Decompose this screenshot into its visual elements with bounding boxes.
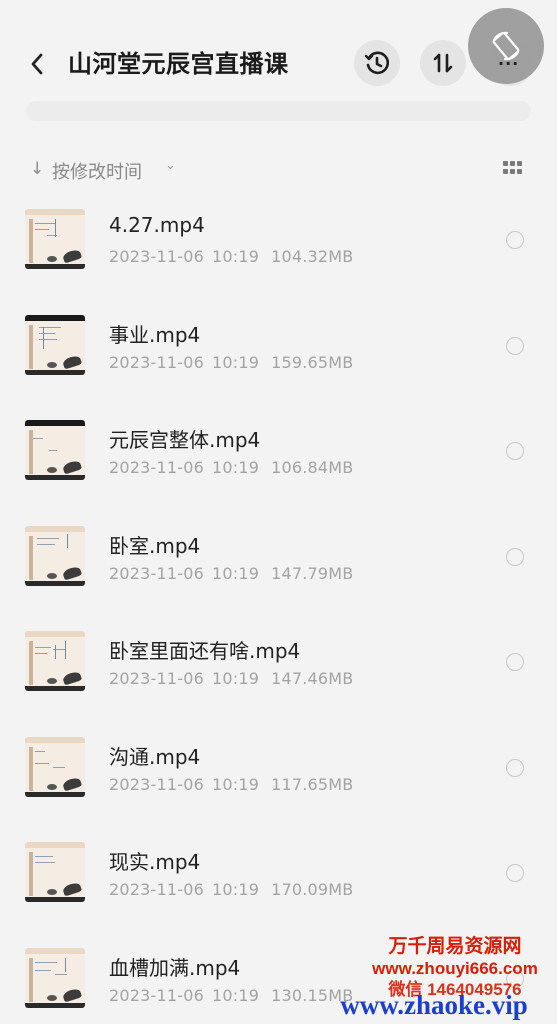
file-size: 170.09MB [271,880,354,899]
file-size: 117.65MB [271,774,354,794]
file-date: 2023-11-06 [109,669,204,688]
file-name: 血槽加满.mp4 [109,955,241,980]
select-radio[interactable] [506,547,524,566]
chevron-left-icon [31,53,43,75]
file-meta: 2023-11-06 10:19 170.09MB [109,880,353,899]
file-row[interactable]: 元辰宫整体.mp4 2023-11-06 10:19 106.84MB [0,396,557,502]
video-thumbnail [25,631,85,691]
file-name: 现实.mp4 [109,850,201,874]
select-radio[interactable] [506,653,524,671]
file-meta: 2023-11-06 10:19 117.65MB [109,775,353,794]
file-meta: 2023-11-06 10:19 147.79MB [109,564,353,583]
file-row[interactable]: 沟通.mp4 2023-11-06 10:19 117.65MB [0,713,557,819]
sort-arrows-icon [433,53,453,73]
file-name: 元辰宫整体.mp4 [109,428,261,452]
video-thumbnail [25,736,85,797]
file-name: 卧室.mp4 [109,533,201,558]
select-radio[interactable] [506,231,524,249]
file-time: 10:19 [211,352,260,372]
file-list: 4.27.mp4 2023-11-06 10:19 104.32MB 事业.mp4 202… [0,185,557,1024]
sort-mode-label[interactable]: 按修改时间 [52,158,142,184]
file-name: 4.27.mp4 [109,213,205,237]
video-thumbnail [25,525,85,586]
file-size: 106.84MB [271,458,354,477]
file-date: 2023-11-06 [109,774,204,794]
file-time: 10:19 [211,458,260,477]
search-bar[interactable] [26,101,531,121]
select-radio[interactable] [506,864,524,882]
file-time: 10:19 [211,247,260,266]
select-radio[interactable] [506,336,524,355]
file-meta: 2023-11-06 10:19 104.32MB [109,247,353,266]
history-button[interactable] [354,40,400,86]
file-row[interactable]: 4.27.mp4 2023-11-06 10:19 104.32MB [0,185,557,291]
file-time: 10:19 [211,563,260,583]
file-date: 2023-11-06 [109,458,204,477]
video-thumbnail [25,947,85,1008]
file-name: 事业.mp4 [109,322,201,347]
file-row[interactable]: 卧室里面还有啥.mp4 2023-11-06 10:19 147.46MB [0,607,557,713]
chevron-down-icon[interactable]: ⌄ [165,158,176,173]
file-size: 104.32MB [271,247,354,266]
file-date: 2023-11-06 [109,352,204,372]
file-size: 147.79MB [271,563,354,583]
file-time: 10:19 [211,880,260,899]
select-radio[interactable] [506,758,524,777]
video-thumbnail [25,842,85,902]
grid-view-icon[interactable] [503,161,523,177]
watermark-line-1: 万千周易资源网 [388,935,522,957]
sort-bar: ↓ 按修改时间 ⌄ [0,150,557,190]
file-name: 沟通.mp4 [109,744,201,769]
file-time: 10:19 [211,774,260,794]
file-row[interactable]: 卧室.mp4 2023-11-06 10:19 147.79MB [0,502,557,608]
watermark-line-2: www.zhouyi666.com [372,959,538,978]
file-meta: 2023-11-06 10:19 159.65MB [109,353,353,372]
file-row[interactable]: 事业.mp4 2023-11-06 10:19 159.65MB [0,291,557,397]
file-size: 147.46MB [271,669,354,688]
watermark-line-4: www.zhaoke.vip [340,990,528,1020]
clock-icon [364,51,389,75]
back-button[interactable] [22,46,52,82]
file-date: 2023-11-06 [109,563,204,583]
select-radio[interactable] [506,442,524,460]
more-dots-icon: ··· [498,54,520,73]
file-time: 10:19 [211,669,260,688]
sort-direction-icon[interactable]: ↓ [30,159,44,179]
file-date: 2023-11-06 [109,247,204,266]
header-bar: 山河堂元辰宫直播课 ··· [0,0,557,130]
sort-order-button[interactable] [420,40,466,86]
file-time: 10:19 [211,985,260,1005]
file-date: 2023-11-06 [109,985,204,1005]
video-thumbnail [25,209,85,269]
page-title: 山河堂元辰宫直播课 [68,50,289,78]
video-thumbnail [25,314,85,375]
file-date: 2023-11-06 [109,880,204,899]
file-name: 卧室里面还有啥.mp4 [109,639,301,663]
file-size: 159.65MB [271,352,354,372]
file-meta: 2023-11-06 10:19 106.84MB [109,458,353,477]
video-thumbnail [25,420,85,480]
file-meta: 2023-11-06 10:19 147.46MB [109,669,353,688]
file-row[interactable]: 现实.mp4 2023-11-06 10:19 170.09MB [0,818,557,924]
